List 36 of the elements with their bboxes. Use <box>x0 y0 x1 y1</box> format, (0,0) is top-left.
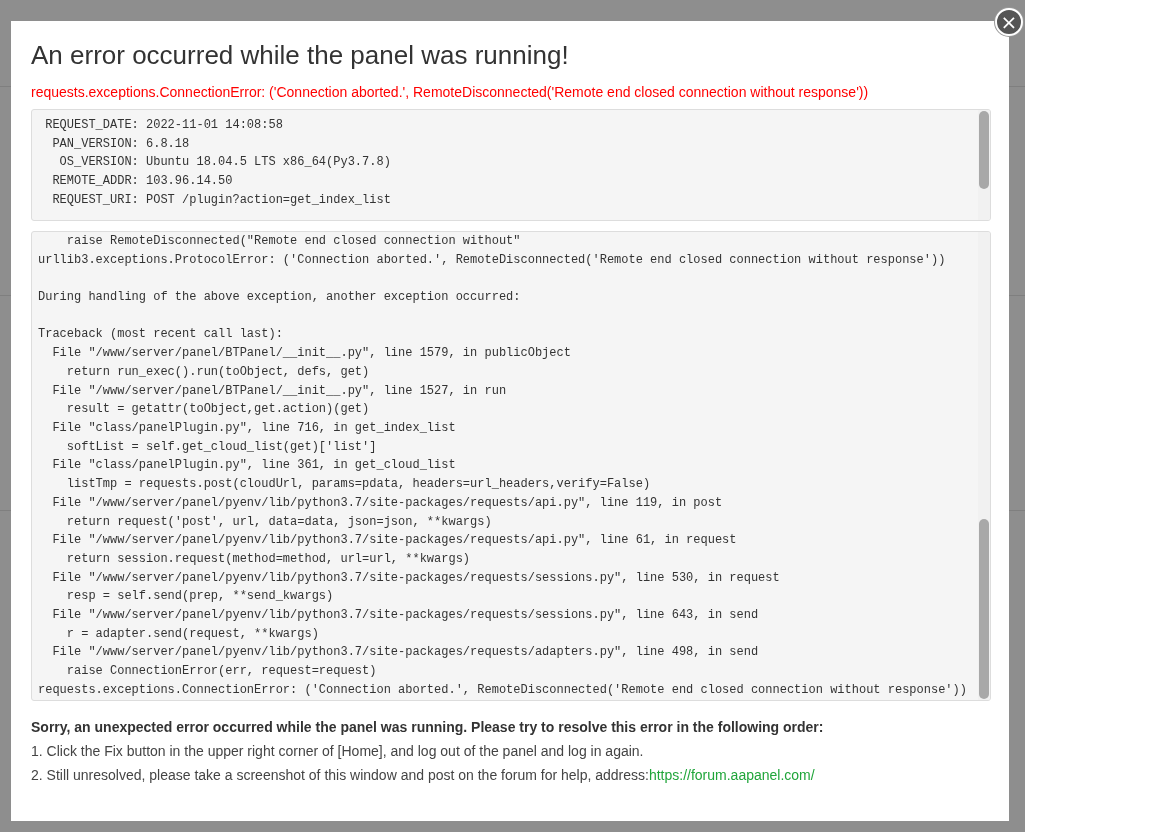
code-line: OS_VERSION: Ubuntu 18.04.5 LTS x86_64(Py3.7.8) <box>58 154 391 172</box>
scrollbar-thumb[interactable] <box>979 111 989 189</box>
code-line: listTmp = requests.post(cloudUrl, params=pdata, headers=url_headers,verify=False) <box>65 476 651 494</box>
code-line: return run_exec().run(toObject, defs, get) <box>65 363 370 381</box>
code-line: softList = self.get_cloud_list(get)['list'] <box>65 438 377 456</box>
code-line: REQUEST_DATE: 2022-11-01 14:08:58 <box>44 117 283 134</box>
code-line: File "/www/server/panel/pyenv/lib/python3.7/site-packages/requests/api.py", line 119, in post <box>51 494 723 512</box>
code-line: PAN_VERSION: 6.8.18 <box>51 135 190 153</box>
code-line: return request('post', url, data=data, json=json, **kwargs) <box>65 513 492 531</box>
code-line: raise ConnectionError(err, request=request) <box>65 663 377 681</box>
code-line: File "class/panelPlugin.py", line 716, in get_index_list <box>51 420 456 437</box>
code-line: File "/www/server/panel/pyenv/lib/python3.7/site-packages/requests/sessions.py", line 643, in send <box>51 607 759 625</box>
help-heading: Sorry, an unexpected error occurred while the panel was running. Please try to resolve this error in the following order: <box>31 718 824 737</box>
code-line: requests.exceptions.ConnectionError: ('Connection aborted.', RemoteDisconnected('Remote end closed connection without response')) <box>38 681 967 699</box>
help-step: 2. Still unresolved, please take a screenshot of this window and post on the forum for help, address:https://forum.aapanel.com/ <box>31 763 815 787</box>
code-line: File "/www/server/panel/BTPanel/__init__.py", line 1579, in publicObject <box>51 345 571 363</box>
code-line: resp = self.send(prep, **send_kwargs) <box>65 588 334 606</box>
code-line: raise RemoteDisconnected("Remote end closed connection without" <box>65 233 521 250</box>
code-line: Traceback (most recent call last): <box>38 326 283 344</box>
code-line: File "class/panelPlugin.py", line 361, in get_cloud_list <box>51 457 456 475</box>
help-step: 1. Click the Fix button in the upper right corner of [Home], and log out of the panel and log in again. <box>31 739 644 763</box>
code-line: REQUEST_URI: POST /plugin?action=get_index_list <box>51 191 391 209</box>
code-line: During handling of the above exception, another exception occurred: <box>38 289 521 307</box>
code-line: return session.request(method=method, url=url, **kwargs) <box>65 550 471 568</box>
close-button[interactable]: × <box>995 8 1023 36</box>
code-line: File "/www/server/panel/pyenv/lib/python3.7/site-packages/requests/api.py", line 61, in request <box>51 532 737 550</box>
error-message: requests.exceptions.ConnectionError: ('Connection aborted.', RemoteDisconnected('Remote end closed connection without response')) <box>31 83 869 101</box>
scrollbar-thumb[interactable] <box>979 519 989 699</box>
code-line: File "/www/server/panel/pyenv/lib/python3.7/site-packages/requests/adapters.py", line 498, in send <box>51 644 759 662</box>
code-line: REMOTE_ADDR: 103.96.14.50 <box>51 173 233 191</box>
code-line: urllib3.exceptions.ProtocolError: ('Connection aborted.', RemoteDisconnected('Remote end closed connection without response')) <box>38 251 946 269</box>
code-line: File "/www/server/panel/BTPanel/__init__.py", line 1527, in run <box>51 382 507 400</box>
code-line: result = getattr(toObject,get.action)(get) <box>65 401 370 419</box>
code-line: r = adapter.send(request, **kwargs) <box>65 625 319 643</box>
dialog-title: An error occurred while the panel was running! <box>31 39 569 72</box>
code-line: File "/www/server/panel/pyenv/lib/python3.7/site-packages/requests/sessions.py", line 530, in request <box>51 569 780 587</box>
